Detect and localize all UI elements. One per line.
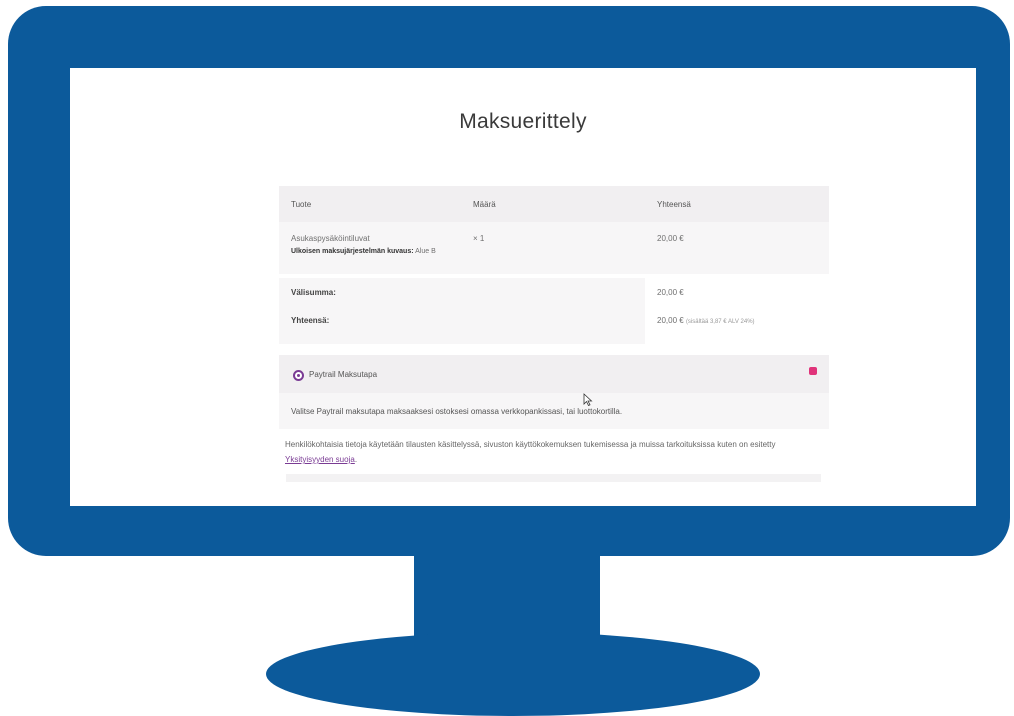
product-meta-label: Ulkoisen maksujärjestelmän kuvaus: xyxy=(291,248,414,255)
order-table-header: Tuote Määrä Yhteensä xyxy=(279,186,829,222)
order-table: Tuote Määrä Yhteensä Asukaspysäköintiluv… xyxy=(279,186,829,344)
total-value: 20,00 € (sisältää 3,87 € ALV 24%) xyxy=(657,316,755,325)
total-amount: 20,00 € xyxy=(657,316,684,325)
mouse-cursor-icon xyxy=(583,393,593,406)
payment-methods: Paytrail Maksutapa Valitse Paytrail maks… xyxy=(279,355,829,429)
privacy-policy-link[interactable]: Yksityisyyden suoja xyxy=(285,455,355,464)
product-total: 20,00 € xyxy=(657,234,684,243)
payment-method-label[interactable]: Paytrail Maksutapa xyxy=(309,370,377,379)
subtotal-label: Välisumma: xyxy=(291,288,336,297)
column-header-quantity: Määrä xyxy=(473,200,496,209)
column-header-total: Yhteensä xyxy=(657,200,691,209)
vat-note: (sisältää 3,87 € ALV 24%) xyxy=(685,319,755,325)
monitor-stand-base xyxy=(266,632,760,716)
table-row: Asukaspysäköintiluvat Ulkoisen maksujärj… xyxy=(279,222,829,274)
subtotal-value: 20,00 € xyxy=(657,288,684,297)
privacy-notice: Henkilökohtaisia tietoja käytetään tilau… xyxy=(285,437,825,467)
product-name: Asukaspysäköintiluvat xyxy=(291,234,370,243)
total-row: Yhteensä: 20,00 € (sisältää 3,87 € ALV 2… xyxy=(279,306,829,344)
column-header-product: Tuote xyxy=(291,200,312,209)
page-title: Maksuerittely xyxy=(459,110,587,133)
subtotal-row: Välisumma: 20,00 € xyxy=(279,278,829,306)
monitor-screen: Maksuerittely Tuote Määrä Yhteensä Asuka… xyxy=(70,68,976,506)
payment-description: Valitse Paytrail maksutapa maksaaksesi o… xyxy=(291,407,623,416)
product-meta-value: Alue B xyxy=(415,248,436,255)
product-quantity: × 1 xyxy=(473,234,485,243)
privacy-text: Henkilökohtaisia tietoja käytetään tilau… xyxy=(285,440,776,449)
paytrail-icon xyxy=(809,367,817,375)
payment-method-paytrail[interactable]: Paytrail Maksutapa xyxy=(279,355,829,393)
place-order-area xyxy=(286,474,821,482)
privacy-end: . xyxy=(354,455,358,464)
payment-radio[interactable] xyxy=(293,370,304,381)
total-value-cell xyxy=(645,306,829,344)
monitor-frame: Maksuerittely Tuote Määrä Yhteensä Asuka… xyxy=(8,6,1010,556)
product-meta: Ulkoisen maksujärjestelmän kuvaus: Alue … xyxy=(291,248,436,255)
total-label: Yhteensä: xyxy=(291,316,330,325)
